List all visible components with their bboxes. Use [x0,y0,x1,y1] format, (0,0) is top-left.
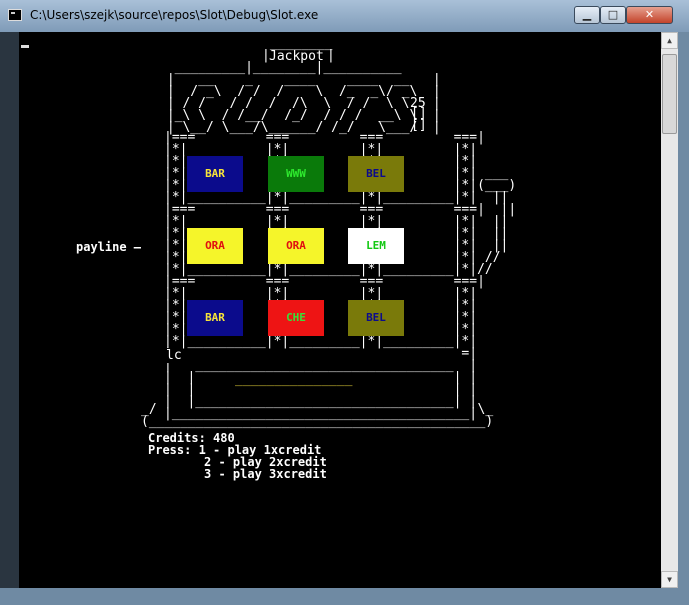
lc-label: lc [166,348,182,363]
cabinet-base: _/ \_ (_________________________________… [141,402,494,429]
background-window-strip [0,32,19,588]
app-window: C:\Users\szejk\source\repos\Slot\Debug\S… [0,0,689,605]
coin-tray-line: _______________ [235,372,353,387]
reel-tile-r2c2: ORA [268,228,324,264]
close-button[interactable]: ✕ [626,6,673,24]
scroll-thumb[interactable] [662,54,677,134]
minimize-button[interactable]: ▁ [574,6,600,24]
scroll-down-arrow-icon[interactable]: ▼ [661,571,678,588]
reel-tile-r3c3: BEL [348,300,404,336]
reel-tile-r1c2: WWW [268,156,324,192]
vertical-scrollbar[interactable]: ▲ ▼ [661,32,678,588]
jackpot-slots-art: [] [] [411,106,427,133]
reel-tile-r2c1: ORA [187,228,243,264]
scroll-up-arrow-icon[interactable]: ▲ [661,32,678,49]
reel-tile-r3c2: CHE [268,300,324,336]
reel-tile-r3c1: BAR [187,300,243,336]
text-cursor [21,45,29,48]
console-app-icon [8,9,22,21]
window-bottom-border [0,588,689,605]
maximize-button[interactable]: □ [600,6,626,24]
title-bar[interactable]: C:\Users\szejk\source\repos\Slot\Debug\S… [0,0,689,32]
reel-tile-r1c1: BAR [187,156,243,192]
slots-logo-art: | __ _ ____ ____ __ | | / _\ / / / \ /_ … [166,72,441,135]
reel-tile-r2c3: LEM [348,228,404,264]
press-option-3: 3 - play 3xcredit [204,467,327,481]
reel-tile-r1c3: BEL [348,156,404,192]
window-title: C:\Users\szejk\source\repos\Slot\Debug\S… [30,8,319,22]
payline-label: payline — [76,240,142,254]
console-output[interactable]: ________ | Jackpot | _________|________|… [19,32,661,588]
